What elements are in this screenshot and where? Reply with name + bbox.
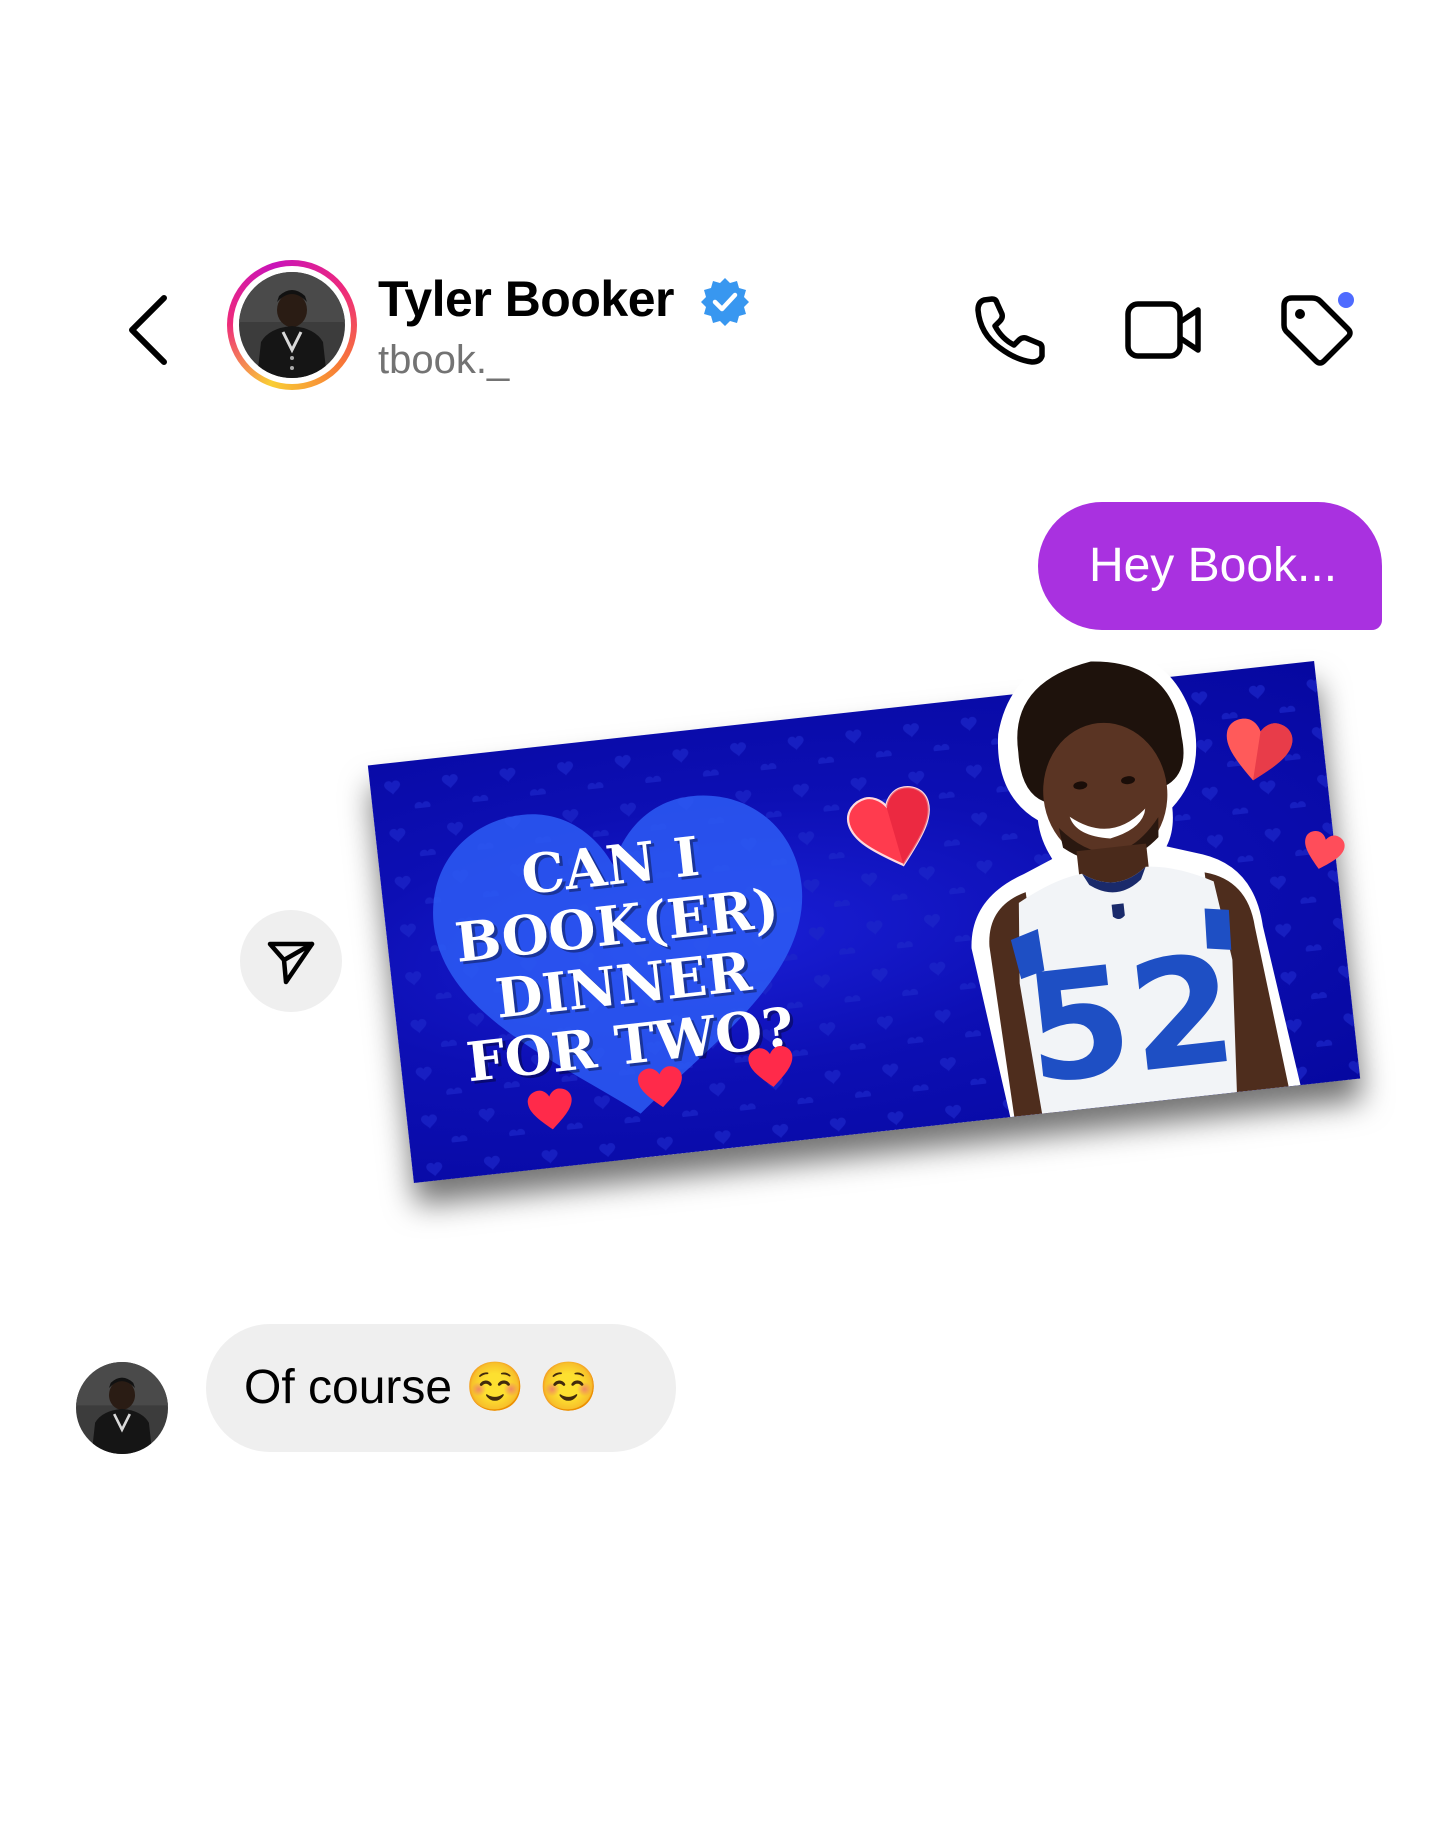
avatar-photo — [76, 1362, 168, 1454]
red-heart-icon — [527, 1088, 572, 1130]
share-button[interactable] — [240, 910, 342, 1012]
sender-avatar[interactable] — [76, 1362, 168, 1454]
shared-image-card[interactable]: CAN I BOOK(ER) DINNER FOR TWO? 52 — [367, 647, 1361, 1183]
back-button[interactable] — [120, 290, 180, 370]
video-camera-icon — [1125, 301, 1201, 359]
avatar-photo — [239, 272, 345, 378]
red-heart-icon — [638, 1066, 682, 1108]
jersey-number: 52 — [1017, 922, 1244, 1118]
phone-icon — [975, 296, 1045, 365]
player-photo: 52 — [971, 647, 1301, 1118]
contact-handle: tbook._ — [378, 338, 510, 382]
incoming-message-bubble[interactable]: Of course ☺️ ☺️ — [206, 1324, 676, 1452]
video-call-button[interactable] — [1122, 290, 1202, 370]
tag-icon — [1281, 289, 1357, 366]
outgoing-message-bubble[interactable]: Hey Book... — [1038, 502, 1382, 630]
send-icon — [267, 941, 315, 985]
tag-button[interactable] — [1276, 289, 1357, 370]
verified-badge-icon — [701, 278, 749, 326]
profile-avatar[interactable] — [227, 260, 357, 390]
notification-dot — [1338, 292, 1354, 308]
back-chevron-icon — [129, 295, 167, 365]
red-heart-icon — [748, 1046, 793, 1087]
chat-header: Tyler Booker tbook._ — [0, 250, 1440, 395]
contact-name[interactable]: Tyler Booker — [378, 270, 674, 328]
audio-call-button[interactable] — [970, 290, 1050, 370]
